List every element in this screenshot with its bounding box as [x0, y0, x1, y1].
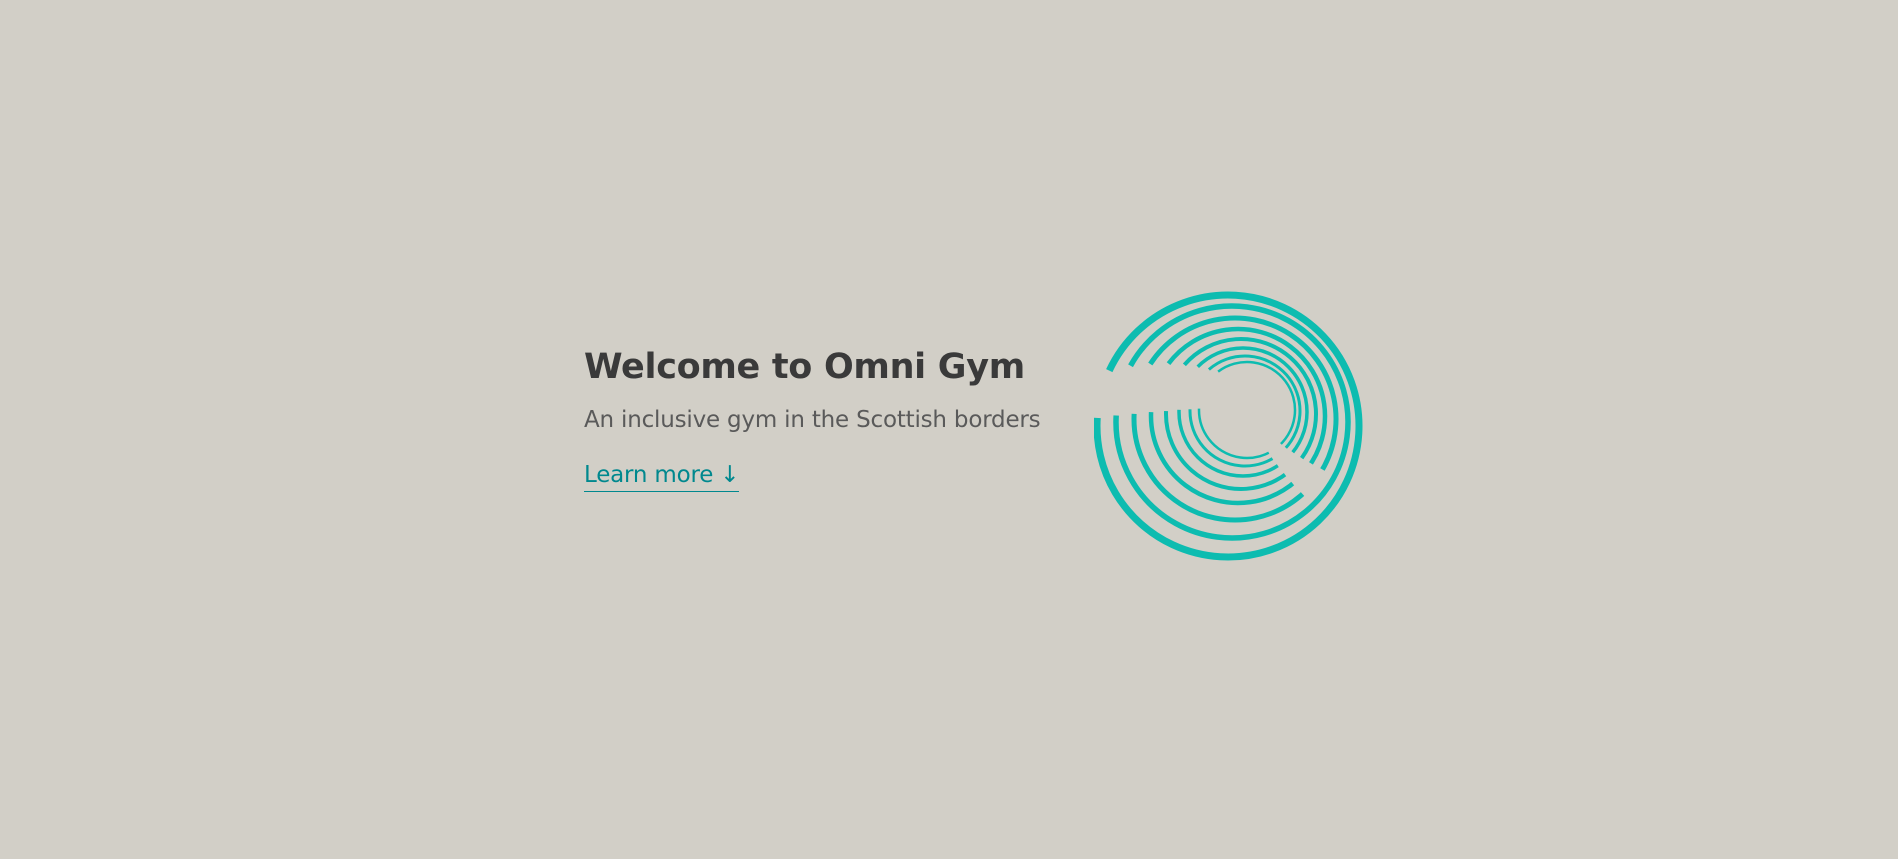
logo-ring	[1148, 326, 1328, 506]
hero-text-block: Welcome to Omni Gym An inclusive gym in …	[584, 345, 1084, 492]
logo-rings	[1094, 291, 1363, 561]
concentric-rings-logo-icon	[1094, 291, 1363, 561]
hero-subtitle: An inclusive gym in the Scottish borders	[584, 407, 1041, 433]
page-title: Welcome to Omni Gym	[584, 347, 1025, 387]
learn-more-link[interactable]: Learn more ↓	[584, 461, 740, 492]
